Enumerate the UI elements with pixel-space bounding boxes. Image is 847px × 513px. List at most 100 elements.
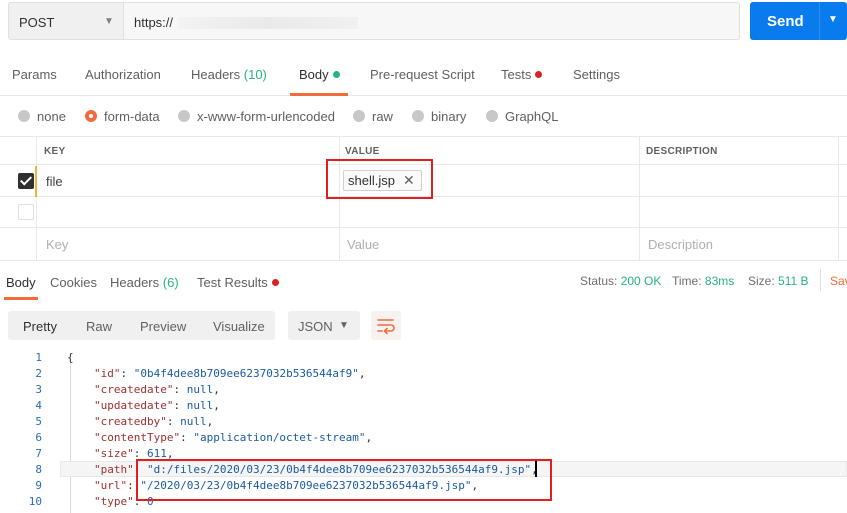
tab-body-label: Body xyxy=(299,67,329,82)
response-tabs: Body Cookies Headers (6) Test Results St… xyxy=(0,260,847,302)
value-placeholder[interactable]: Value xyxy=(347,237,379,252)
method-select[interactable]: POST ▼ xyxy=(8,2,124,40)
indent-guide xyxy=(70,363,71,513)
send-button[interactable]: Send ▼ xyxy=(750,2,847,40)
line-number: 1 xyxy=(35,351,42,364)
json-key: "contentType" xyxy=(94,431,181,444)
response-tab-test-results[interactable]: Test Results xyxy=(197,275,279,290)
time-readout: Time: 83ms xyxy=(672,274,734,288)
json-comma: , xyxy=(213,383,220,396)
json-separator: : xyxy=(173,399,187,412)
highlight-box-file xyxy=(326,159,433,199)
radio-raw-label: raw xyxy=(372,109,393,124)
column-header-value: VALUE xyxy=(345,146,380,157)
json-comma: , xyxy=(358,367,366,380)
line-number: 8 xyxy=(35,463,42,476)
json-value: null xyxy=(186,383,214,396)
column-header-description: DESCRIPTION xyxy=(646,146,718,157)
view-raw-button[interactable]: Raw xyxy=(86,319,112,334)
size-label: Size: xyxy=(748,274,775,288)
code-line: "createdate": null, xyxy=(94,383,220,396)
radio-raw[interactable]: raw xyxy=(353,109,393,124)
description-placeholder[interactable]: Description xyxy=(648,237,713,252)
line-number: 3 xyxy=(35,383,42,396)
empty-row-checkbox[interactable] xyxy=(18,204,34,220)
radio-form-data-selected-icon xyxy=(85,110,97,122)
status-value: 200 OK xyxy=(620,274,662,288)
send-options-chevron-icon[interactable]: ▼ xyxy=(828,14,838,25)
radio-graphql[interactable]: GraphQL xyxy=(486,109,558,124)
radio-urlencoded-label: x-www-form-urlencoded xyxy=(197,109,335,124)
code-line: "contentType": "application/octet-stream… xyxy=(94,431,372,444)
url-text: https:// xyxy=(134,15,174,30)
size-readout: Size: 511 B xyxy=(748,274,809,288)
response-tab-headers[interactable]: Headers (6) xyxy=(110,275,179,290)
response-tab-body[interactable]: Body xyxy=(6,275,36,290)
code-line: "updatedate": null, xyxy=(94,399,220,412)
view-pretty-button[interactable]: Pretty xyxy=(23,319,57,334)
size-value: 511 B xyxy=(778,274,809,288)
line-number: 7 xyxy=(35,447,42,460)
json-key: "type" xyxy=(94,495,134,508)
line-number: 9 xyxy=(35,479,42,492)
view-mode-toolbar: Pretty Raw Preview Visualize xyxy=(8,311,275,340)
response-body-editor[interactable]: 1 { 2 "id": "0b4f4dee8b709ee6237032b5365… xyxy=(0,349,847,513)
chevron-down-icon: ▼ xyxy=(339,320,349,331)
radio-none-circle-icon xyxy=(18,110,30,122)
url-input[interactable]: https:// xyxy=(124,2,740,40)
radio-binary-circle-icon xyxy=(412,110,424,122)
body-status-dot-icon xyxy=(332,71,340,78)
json-comma: , xyxy=(213,399,220,412)
wrap-lines-button[interactable] xyxy=(371,311,401,340)
row-focus-indicator xyxy=(35,166,37,197)
row-enabled-checkbox[interactable] xyxy=(18,173,34,189)
radio-form-data[interactable]: form-data xyxy=(85,109,160,124)
view-preview-button[interactable]: Preview xyxy=(140,319,186,334)
json-key: "createdby" xyxy=(94,415,167,428)
json-key: "size" xyxy=(94,447,134,460)
body-type-selector: none form-data x-www-form-urlencoded raw… xyxy=(0,96,847,136)
column-divider xyxy=(639,136,640,260)
json-key: "id" xyxy=(94,367,121,380)
radio-urlencoded[interactable]: x-www-form-urlencoded xyxy=(178,109,335,124)
row-key-text[interactable]: file xyxy=(46,174,63,189)
format-label: JSON xyxy=(298,319,333,334)
test-results-dot-icon xyxy=(271,279,279,286)
save-response-button[interactable]: Sav xyxy=(830,274,847,288)
tab-prerequest-script[interactable]: Pre-request Script xyxy=(370,67,475,82)
tab-authorization[interactable]: Authorization xyxy=(85,67,161,82)
tab-params[interactable]: Params xyxy=(12,67,57,82)
line-number: 10 xyxy=(28,495,42,508)
time-label: Time: xyxy=(672,274,702,288)
json-comma: , xyxy=(365,431,373,444)
code-line: "id": "0b4f4dee8b709ee6237032b536544af9"… xyxy=(94,367,366,380)
tab-headers-label: Headers xyxy=(191,67,241,82)
json-key: "url" xyxy=(94,479,128,492)
column-divider xyxy=(838,136,839,260)
radio-none[interactable]: none xyxy=(18,109,66,124)
response-tab-underline xyxy=(4,297,38,300)
method-label: POST xyxy=(19,15,55,30)
chevron-down-icon: ▼ xyxy=(104,16,114,27)
table-row-empty xyxy=(0,197,847,228)
tab-tests[interactable]: Tests xyxy=(501,67,543,82)
tab-headers[interactable]: Headers (10) xyxy=(191,67,267,82)
url-redaction xyxy=(178,17,358,29)
highlight-box-path-url xyxy=(136,459,552,501)
json-key: "path" xyxy=(94,463,134,476)
tab-tests-label: Tests xyxy=(501,67,532,82)
request-bar: POST ▼ https:// Send ▼ xyxy=(0,0,847,52)
radio-graphql-label: GraphQL xyxy=(505,109,559,124)
form-data-table: KEY VALUE DESCRIPTION file Key Value Des… xyxy=(0,136,847,260)
line-number: 5 xyxy=(35,415,42,428)
radio-binary[interactable]: binary xyxy=(412,109,466,124)
response-tab-cookies[interactable]: Cookies xyxy=(50,275,97,290)
key-placeholder[interactable]: Key xyxy=(46,237,68,252)
table-row-new: Key Value Description xyxy=(0,228,847,260)
tab-settings[interactable]: Settings xyxy=(573,67,620,82)
format-select[interactable]: JSON ▼ xyxy=(288,311,360,340)
tab-body[interactable]: Body xyxy=(299,67,340,82)
view-visualize-button[interactable]: Visualize xyxy=(213,319,265,334)
radio-form-data-label: form-data xyxy=(104,109,160,124)
radio-none-label: none xyxy=(37,109,66,124)
